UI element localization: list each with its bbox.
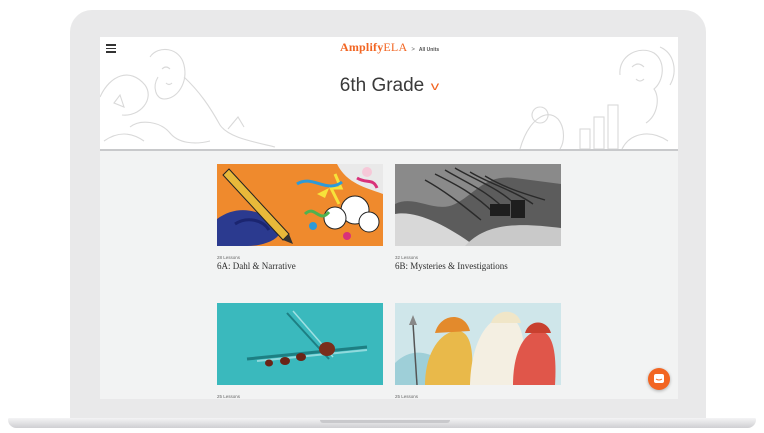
unit-card-6b[interactable]: 32 Lessons 6B: Mysteries & Investigation… (395, 164, 561, 271)
unit-6b-illustration (395, 164, 561, 246)
chevron-down-icon: v (431, 79, 440, 93)
laptop-notch (320, 420, 450, 423)
grade-selector[interactable]: 6th Grade v (339, 75, 440, 97)
unit-card-6c[interactable]: 25 Lessons (217, 303, 383, 399)
brand-bar: AmplifyELA > All Units (340, 40, 439, 54)
unit-lesson-count: 28 Lessons (217, 255, 241, 260)
unit-lesson-count: 32 Lessons (395, 255, 419, 260)
unit-card-6a[interactable]: 28 Lessons 6A: Dahl & Narrative (217, 164, 383, 271)
app-screen: AmplifyELA > All Units 6th Grade v 28 Le… (100, 37, 678, 399)
unit-card-6d[interactable]: 25 Lessons (395, 303, 561, 399)
breadcrumb-separator: > (411, 47, 415, 53)
page-title: 6th Grade (339, 75, 425, 96)
support-chat-button[interactable] (648, 368, 670, 390)
chat-bubble-icon (654, 374, 664, 383)
breadcrumb-all-units[interactable]: All Units (419, 47, 439, 53)
page-header: AmplifyELA > All Units 6th Grade v (100, 37, 678, 151)
unit-title: 6A: Dahl & Narrative (217, 261, 296, 271)
unit-6c-illustration (217, 303, 383, 385)
unit-6a-illustration (217, 164, 383, 246)
unit-title: 6B: Mysteries & Investigations (395, 261, 508, 271)
title-area: 6th Grade v (100, 75, 678, 97)
amplify-ela-logo[interactable]: AmplifyELA (340, 40, 407, 55)
unit-lesson-count: 25 Lessons (395, 394, 419, 399)
unit-6d-illustration (395, 303, 561, 385)
unit-lesson-count: 25 Lessons (217, 394, 241, 399)
